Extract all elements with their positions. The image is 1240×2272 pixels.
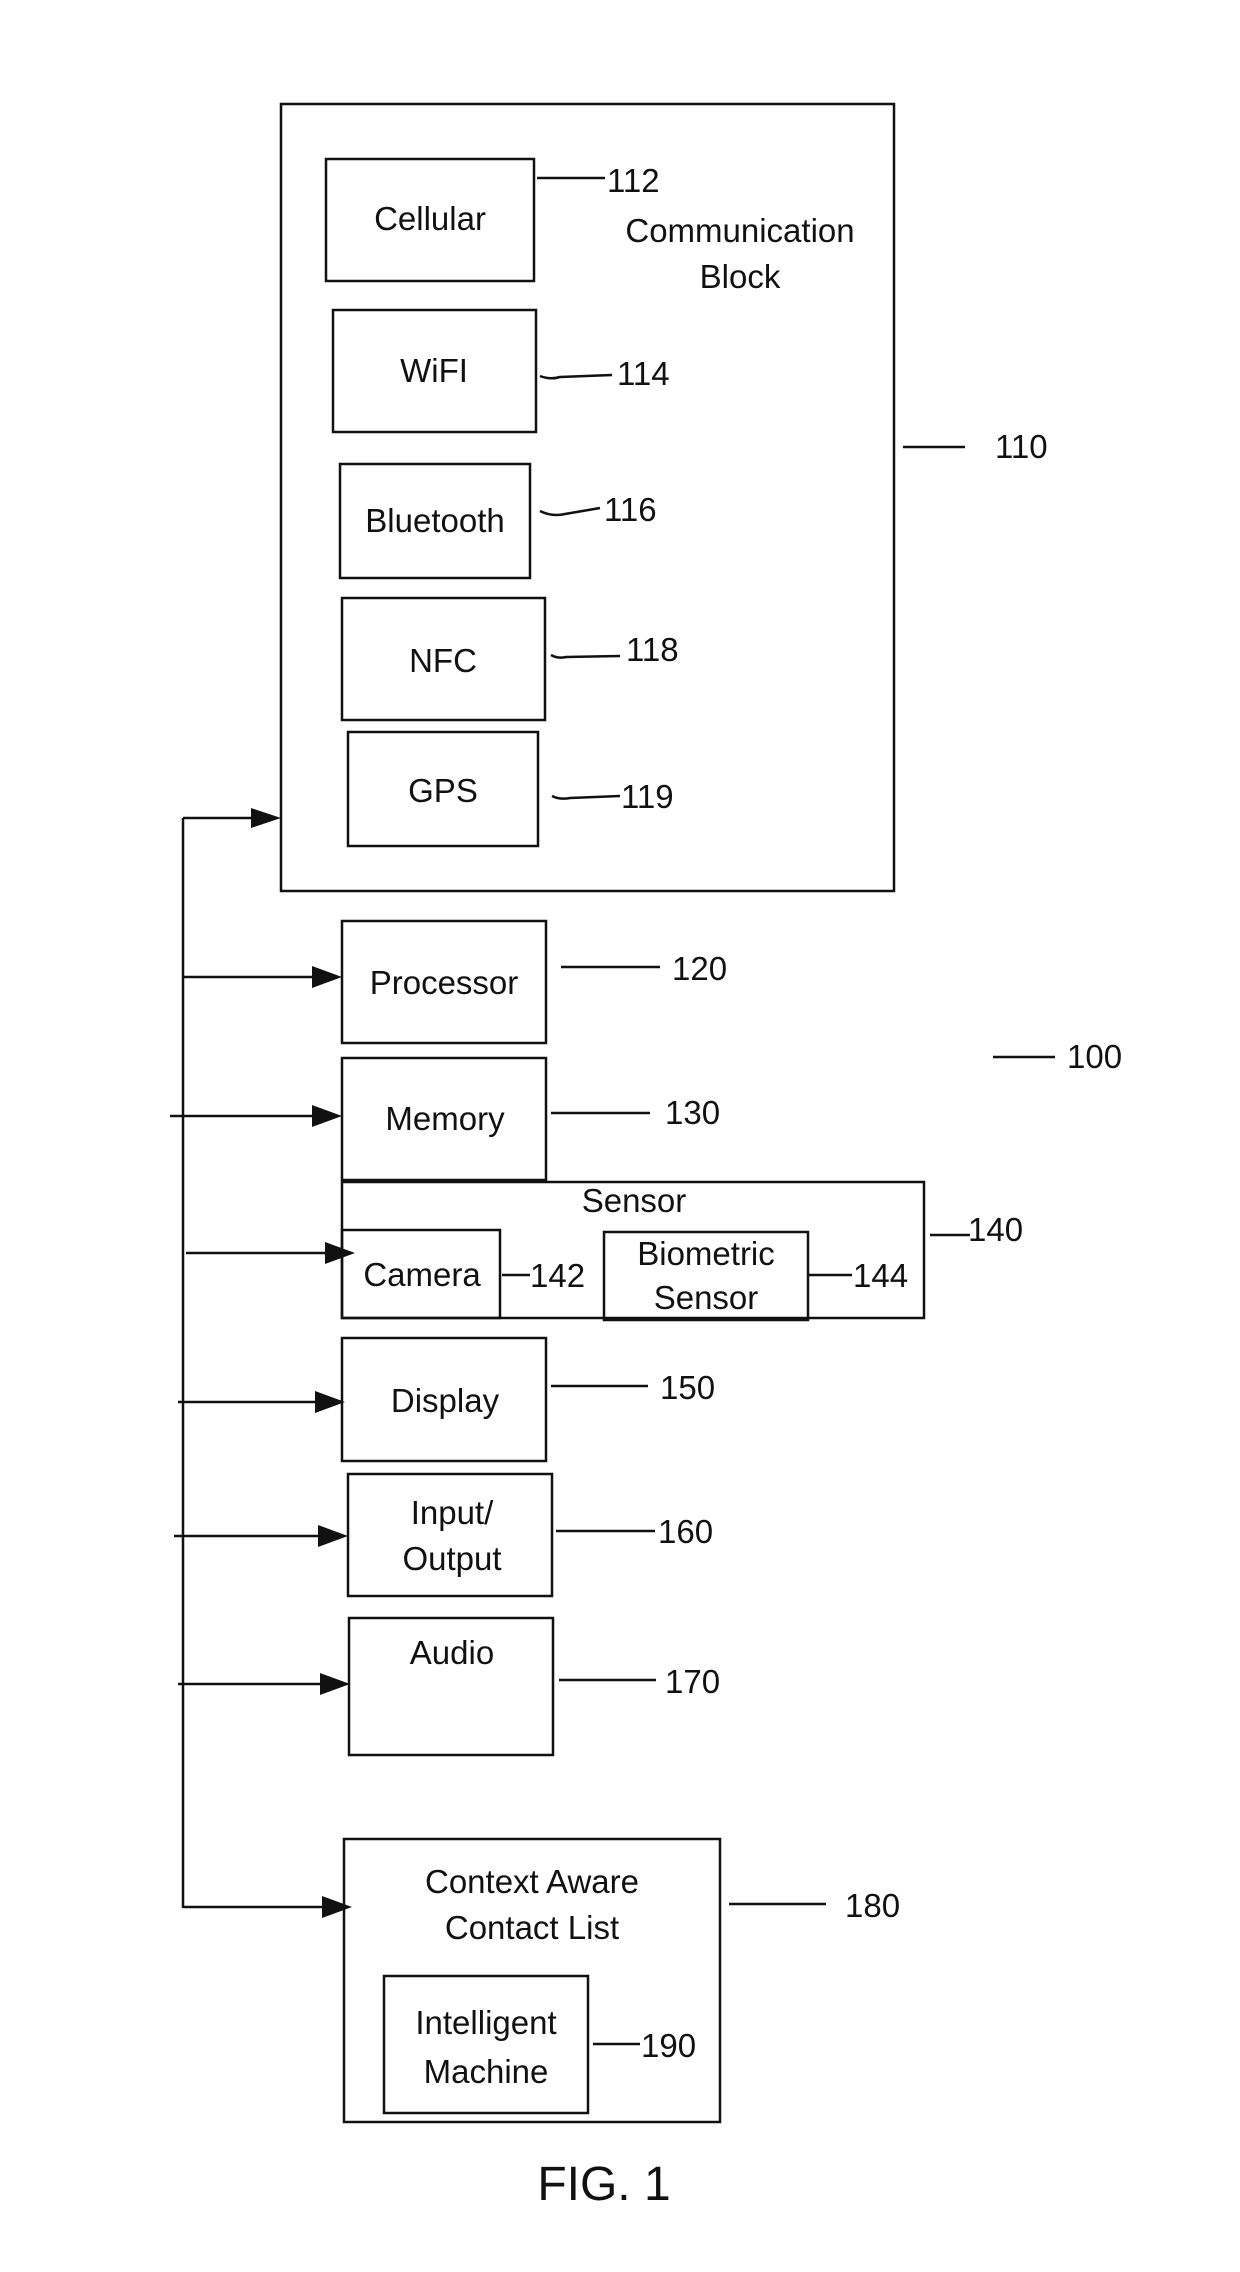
leader-118	[550, 653, 621, 659]
cellular-label: Cellular	[374, 200, 486, 237]
processor-block: Processor 120	[340, 919, 727, 1045]
ref-110: 110	[995, 428, 1048, 465]
bluetooth-label: Bluetooth	[365, 502, 504, 539]
communication-block-title-2: Block	[700, 258, 781, 295]
ref-160: 160	[658, 1513, 713, 1550]
display-block: Display 150	[340, 1336, 715, 1463]
leader-114	[539, 373, 613, 380]
ref-116: 116	[604, 491, 657, 528]
biometric-label-1: Biometric	[637, 1235, 775, 1272]
contact-list-block: Context Aware Contact List 180 Intellige…	[342, 1837, 900, 2124]
audio-block: Audio 170	[347, 1616, 720, 1757]
audio-label: Audio	[410, 1634, 494, 1671]
processor-label: Processor	[370, 964, 519, 1001]
camera-label: Camera	[363, 1256, 481, 1293]
ref-150: 150	[660, 1369, 715, 1406]
intelligent-machine-label-2: Machine	[424, 2053, 549, 2090]
io-label-1: Input/	[411, 1494, 494, 1531]
ref-140: 140	[968, 1211, 1023, 1248]
sensor-block: Sensor 140 Camera 142 Biometric Sensor 1…	[340, 1180, 1023, 1322]
biometric-label-2: Sensor	[654, 1279, 759, 1316]
arrowhead-icon	[322, 1896, 352, 1918]
memory-label: Memory	[385, 1100, 505, 1137]
ref-190: 190	[641, 2027, 696, 2064]
ref-130: 130	[665, 1094, 720, 1131]
contact-list-label-1: Context Aware	[425, 1863, 639, 1900]
io-label-2: Output	[402, 1540, 501, 1577]
leader-116	[539, 506, 601, 517]
arrowhead-icon	[315, 1391, 345, 1413]
ref-144: 144	[853, 1257, 908, 1294]
memory-block: Memory 130	[340, 1056, 720, 1182]
nfc-label: NFC	[409, 642, 477, 679]
io-box	[346, 1472, 554, 1598]
sensor-label: Sensor	[582, 1182, 687, 1219]
intelligent-machine-label-1: Intelligent	[415, 2004, 556, 2041]
ref-142: 142	[530, 1257, 585, 1294]
leader-119	[551, 794, 621, 800]
ref-100: 100	[1067, 1038, 1122, 1075]
wifi-label: WiFI	[400, 352, 468, 389]
system-bus	[170, 808, 355, 1918]
io-block: Input/ Output 160	[346, 1472, 713, 1598]
intelligent-machine-box	[382, 1974, 590, 2115]
ref-180: 180	[845, 1887, 900, 1924]
contact-list-label-2: Contact List	[445, 1909, 619, 1946]
arrowhead-icon	[325, 1242, 355, 1264]
arrowhead-icon	[251, 808, 281, 828]
ref-170: 170	[665, 1663, 720, 1700]
communication-block-title-1: Communication	[625, 212, 854, 249]
arrowhead-icon	[318, 1525, 348, 1547]
arrowhead-icon	[320, 1673, 350, 1695]
arrowhead-icon	[312, 966, 342, 988]
figure-label: FIG. 1	[537, 2158, 670, 2211]
ref-120: 120	[672, 950, 727, 987]
ref-119: 119	[621, 778, 674, 815]
gps-label: GPS	[408, 772, 478, 809]
ref-118: 118	[626, 631, 679, 668]
block-diagram: Communication Block 110 Cellular 112 WiF…	[170, 102, 1122, 2211]
ref-112: 112	[607, 162, 660, 199]
display-label: Display	[391, 1382, 500, 1419]
ref-114: 114	[617, 355, 670, 392]
communication-block: Communication Block 110 Cellular 112 WiF…	[279, 102, 1048, 893]
arrowhead-icon	[312, 1105, 342, 1127]
